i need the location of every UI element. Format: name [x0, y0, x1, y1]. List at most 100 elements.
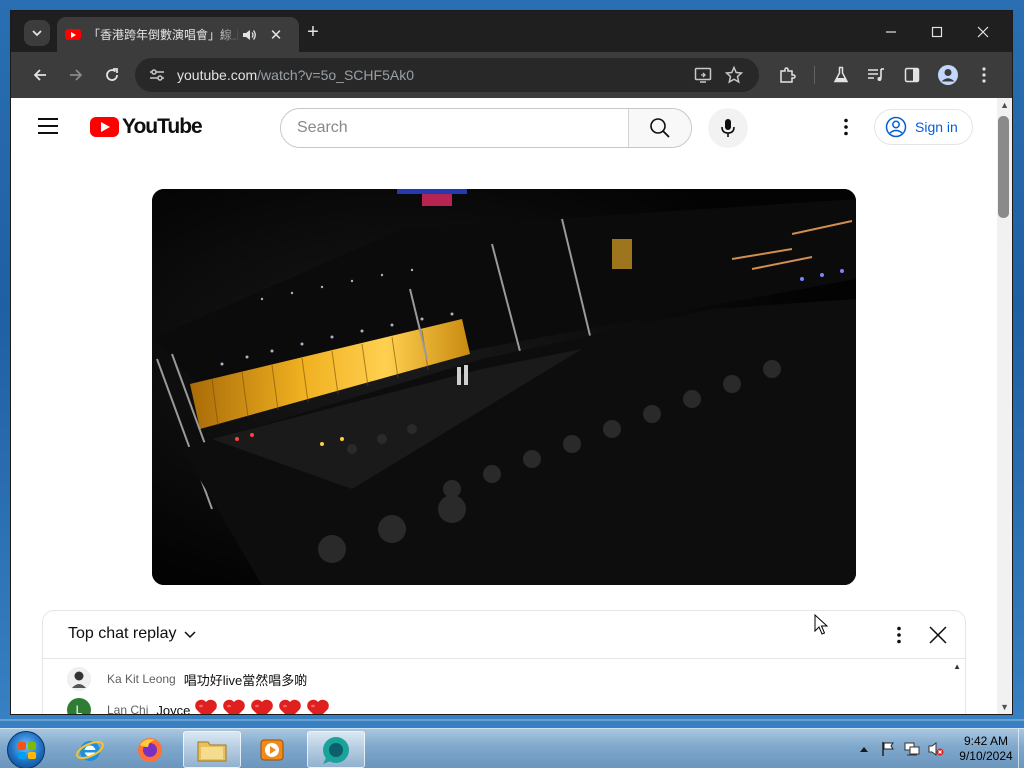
tab-title: 「香港跨年倒數演唱會」線上直播 — [88, 28, 240, 42]
chrome-menu-button[interactable] — [972, 63, 996, 87]
media-player-icon — [260, 739, 284, 760]
chat-message: L Lan Chi Joyce — [67, 697, 330, 715]
forward-button[interactable] — [64, 63, 88, 87]
scroll-down-icon[interactable]: ▼ — [1000, 702, 1009, 712]
chat-text: Joyce — [156, 698, 330, 715]
tab-search-button[interactable] — [24, 20, 50, 46]
search-bar — [280, 108, 692, 148]
search-button[interactable] — [628, 109, 691, 147]
heart-emoji-icon — [251, 699, 274, 714]
start-button[interactable] — [7, 731, 45, 768]
scroll-up-icon[interactable]: ▲ — [1000, 100, 1009, 110]
browser-window: 「香港跨年倒數演唱會」線上直播 ✕ + — [10, 10, 1013, 715]
new-tab-button[interactable]: + — [303, 22, 323, 42]
mouse-cursor-icon — [814, 614, 829, 635]
taskbar-internet-explorer[interactable] — [61, 731, 119, 768]
side-panel-button[interactable] — [900, 63, 924, 87]
windows-logo-icon — [18, 742, 36, 759]
chat-message: Ka Kit Leong 唱功好live當然唱多啲 — [67, 666, 307, 692]
tab-bar: 「香港跨年倒數演唱會」線上直播 ✕ + — [11, 11, 1012, 52]
search-input[interactable] — [281, 109, 628, 147]
side-panel-icon — [904, 67, 920, 83]
flask-icon — [833, 66, 849, 83]
heart-emoji-group — [190, 698, 330, 714]
windows-taskbar: 9:42 AM 9/10/2024 — [0, 728, 1024, 768]
heart-emoji-icon — [307, 699, 330, 714]
reload-button[interactable] — [100, 63, 124, 87]
heart-emoji-icon — [279, 699, 302, 714]
youtube-play-icon — [90, 117, 119, 137]
cast-icon[interactable] — [693, 65, 713, 85]
chat-title: Top chat replay — [68, 625, 177, 642]
chat-scroll-up-icon[interactable]: ▲ — [953, 662, 961, 671]
chat-close-button[interactable] — [926, 623, 950, 647]
taskbar-chrome-app[interactable] — [307, 731, 365, 768]
speaker-icon[interactable] — [242, 27, 260, 43]
chevron-down-icon — [32, 30, 42, 37]
chat-text: 唱功好live當然唱多啲 — [183, 672, 308, 688]
avatar — [67, 667, 91, 691]
media-controls-button[interactable] — [864, 63, 888, 87]
more-vert-icon — [982, 67, 986, 83]
folder-icon — [197, 741, 227, 761]
arrow-right-icon — [70, 69, 83, 81]
microphone-icon — [721, 119, 735, 137]
bookmark-star-icon[interactable] — [724, 65, 744, 85]
app-bubble-icon — [323, 736, 349, 764]
chat-mode-dropdown[interactable]: Top chat replay — [68, 625, 199, 643]
guide-menu-button[interactable] — [37, 115, 59, 137]
show-desktop-button[interactable] — [1018, 729, 1024, 768]
browser-tab[interactable]: 「香港跨年倒數演唱會」線上直播 ✕ — [57, 17, 299, 52]
labs-button[interactable] — [829, 63, 853, 87]
taskbar-firefox[interactable] — [121, 731, 179, 768]
settings-menu-button[interactable] — [834, 115, 858, 139]
arrow-left-icon — [33, 69, 46, 81]
avatar: L — [67, 698, 91, 714]
minimize-button[interactable] — [868, 19, 914, 45]
taskbar-media-player[interactable] — [243, 731, 301, 768]
clock-date: 9/10/2024 — [959, 749, 1013, 763]
account-circle-icon — [885, 116, 907, 138]
chat-author[interactable]: Lan Chi — [107, 703, 148, 714]
taskbar-file-explorer[interactable] — [183, 731, 241, 768]
chat-more-button[interactable] — [887, 623, 911, 647]
heart-emoji-icon — [195, 699, 218, 714]
scrollbar-thumb[interactable] — [998, 116, 1009, 218]
minimize-icon — [886, 31, 896, 33]
search-icon — [650, 118, 670, 138]
chat-text-body: Joyce — [156, 702, 191, 715]
network-icon[interactable] — [904, 741, 920, 757]
volume-muted-icon[interactable] — [928, 741, 944, 757]
sign-in-button[interactable]: Sign in — [874, 109, 973, 145]
close-window-button[interactable] — [960, 19, 1006, 45]
voice-search-button[interactable] — [708, 108, 748, 148]
more-vert-icon — [897, 626, 901, 644]
toolbar-separator — [814, 66, 815, 84]
profile-button[interactable] — [936, 63, 960, 87]
clock-time: 9:42 AM — [963, 734, 1009, 748]
page-viewport: YouTube Sign in — [11, 98, 1012, 714]
reload-icon — [106, 68, 118, 81]
tab-close-button[interactable]: ✕ — [268, 26, 284, 44]
site-settings-icon[interactable] — [147, 65, 167, 85]
system-clock[interactable]: 9:42 AM 9/10/2024 — [956, 734, 1016, 764]
extensions-button[interactable] — [775, 63, 799, 87]
url-path: /watch?v=5o_SCHF5Ak0 — [257, 67, 414, 83]
youtube-header: YouTube Sign in — [11, 98, 997, 154]
action-center-flag-icon[interactable] — [880, 741, 896, 757]
account-icon — [938, 65, 958, 85]
chat-author[interactable]: Ka Kit Leong — [107, 672, 176, 686]
more-vert-icon — [844, 118, 848, 136]
maximize-button[interactable] — [914, 19, 960, 45]
queue-music-icon — [868, 68, 884, 81]
video-player[interactable] — [152, 189, 856, 585]
tray-expand-icon[interactable] — [856, 741, 872, 757]
youtube-logo[interactable]: YouTube — [90, 115, 203, 139]
maximize-icon — [931, 26, 943, 38]
back-button[interactable] — [28, 63, 52, 87]
close-icon — [977, 26, 989, 38]
chevron-down-icon — [183, 626, 199, 642]
page-scrollbar[interactable]: ▲ ▼ — [997, 98, 1012, 714]
youtube-favicon-icon — [65, 29, 81, 40]
address-bar[interactable]: youtube.com/watch?v=5o_SCHF5Ak0 — [135, 58, 759, 92]
